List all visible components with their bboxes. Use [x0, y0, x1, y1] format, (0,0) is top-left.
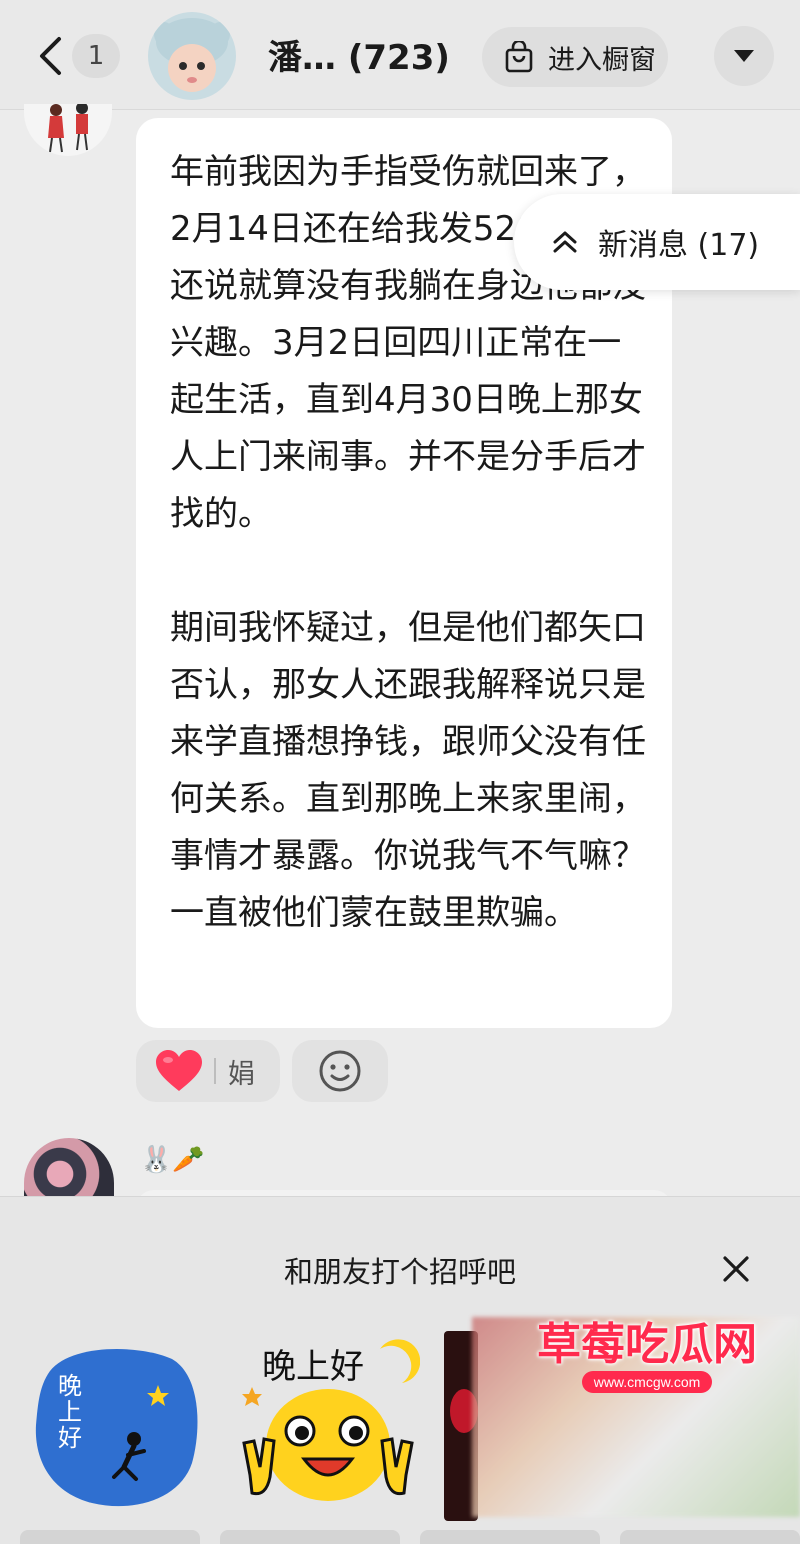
chat-title[interactable]: 潘… (723)	[268, 30, 450, 86]
close-icon	[723, 1256, 749, 1282]
chat-header: 1 潘… (723) 进入橱窗	[0, 0, 800, 110]
caret-down-icon	[734, 50, 754, 62]
add-reaction-button[interactable]	[292, 1040, 388, 1102]
moon-sticker-image	[35, 1349, 198, 1507]
double-chevron-up-icon	[553, 231, 577, 253]
sticker-peek	[420, 1530, 600, 1544]
moon-sticker-text: 晚上好	[58, 1372, 82, 1452]
couple-avatar-image	[48, 104, 88, 153]
smiley-sticker[interactable]: 晚上好	[230, 1331, 420, 1521]
heart-icon	[156, 1050, 202, 1091]
close-button[interactable]	[716, 1249, 756, 1289]
back-button[interactable]	[30, 28, 70, 84]
next-sender-avatar[interactable]	[24, 1138, 114, 1198]
next-sender-name: 🐰🥕	[140, 1145, 205, 1175]
smiley-sticker-image	[242, 1339, 420, 1501]
sender-avatar[interactable]	[24, 104, 112, 156]
reaction-divider	[214, 1058, 216, 1084]
greeting-panel-title: 和朋友打个招呼吧	[283, 1255, 516, 1289]
watermark-title: 草莓吃瓜网	[537, 1319, 757, 1370]
sticker-peek	[620, 1530, 800, 1544]
new-messages-button[interactable]: 新消息 (17)	[514, 194, 800, 290]
sticker-peek	[220, 1530, 400, 1544]
chevron-left-icon	[40, 37, 61, 75]
more-options-button[interactable]	[714, 26, 774, 86]
sticker-peek	[20, 1530, 200, 1544]
site-watermark: 草莓吃瓜网 www.cmcgw.com	[532, 1318, 762, 1400]
baby-avatar-image	[154, 18, 230, 92]
watermark-url: www.cmcgw.com	[581, 1371, 713, 1393]
reaction-badge[interactable]: 娟	[136, 1040, 280, 1102]
new-messages-label: 新消息 (17)	[598, 228, 760, 263]
smiley-icon	[319, 1050, 361, 1092]
sticker-row-peek	[0, 1530, 800, 1544]
moon-sticker[interactable]: 晚上好	[22, 1331, 212, 1521]
shopping-bag-icon	[505, 41, 533, 73]
reaction-user: 娟	[228, 1058, 255, 1090]
enter-shop-label: 进入橱窗	[548, 44, 656, 76]
enter-shop-button[interactable]: 进入橱窗	[482, 27, 668, 87]
unread-count-badge[interactable]: 1	[72, 34, 120, 78]
avatar[interactable]	[148, 12, 236, 100]
